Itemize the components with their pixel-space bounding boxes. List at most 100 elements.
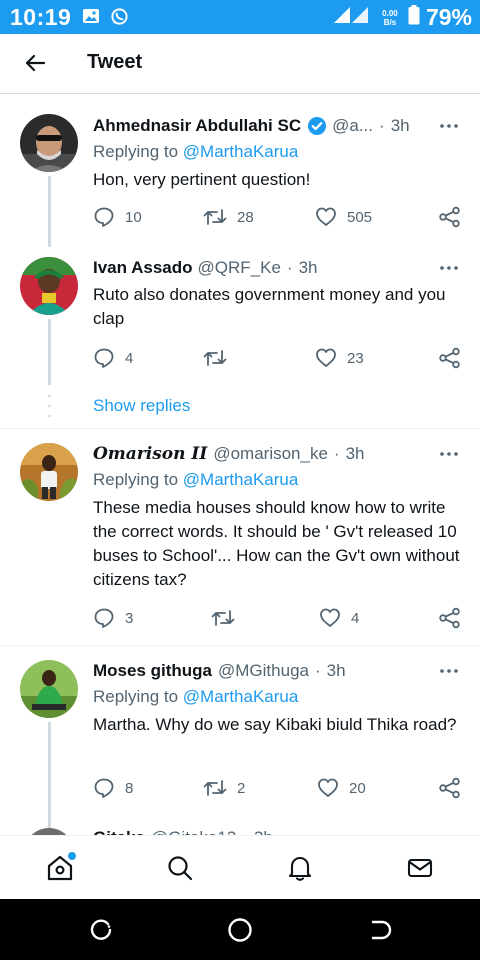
tweet[interactable]: Ahmednasir Abdullahi SC @a... · 3h Reply…	[0, 94, 480, 247]
share-button[interactable]	[439, 346, 461, 370]
whatsapp-icon	[110, 7, 129, 31]
home-system-button[interactable]	[225, 915, 255, 945]
reply-button[interactable]: 10	[93, 205, 142, 229]
retweet-button[interactable]: 2	[203, 776, 245, 800]
replying-to: Replying to @MarthaKarua	[93, 470, 298, 490]
tweet-actions: 10 28 505	[93, 205, 465, 229]
reply-button[interactable]: 4	[93, 346, 133, 370]
retweet-button[interactable]	[203, 346, 237, 370]
replying-to-label: Replying to	[93, 687, 183, 706]
net-speed-unit: B/s	[383, 17, 397, 27]
tweet-author-name[interactable]: Ivan Assado	[93, 258, 193, 278]
back-system-button[interactable]	[364, 915, 394, 945]
mail-icon	[407, 858, 433, 878]
notification-dot	[68, 852, 76, 860]
status-time: 10:19	[10, 4, 72, 30]
status-bar: 10:19 3G 0.00 B/s 79%	[0, 0, 480, 34]
nav-messages[interactable]	[402, 850, 438, 886]
like-count: 4	[351, 609, 360, 627]
avatar[interactable]	[20, 257, 78, 315]
tweet-text: Hon, very pertinent question!	[93, 170, 311, 189]
like-button[interactable]: 4	[319, 606, 359, 630]
show-replies-link[interactable]: Show replies	[93, 396, 190, 416]
circle-home-icon	[228, 918, 252, 942]
signal-icon: 3G	[332, 5, 372, 30]
tweet-actions: 8 2 20	[93, 776, 465, 800]
app-header: Tweet	[0, 34, 480, 92]
more-options-button[interactable]	[438, 115, 460, 137]
separator-dot: ·	[286, 258, 293, 277]
reply-button[interactable]: 3	[93, 606, 133, 630]
tweet-author-handle[interactable]: @MGithuga	[218, 661, 309, 681]
tweet-header: Moses githuga @MGithuga · 3h	[93, 659, 420, 683]
retweet-button[interactable]	[211, 606, 245, 630]
search-icon	[168, 856, 193, 881]
avatar[interactable]	[20, 443, 78, 501]
more-icon	[440, 124, 458, 128]
like-count: 23	[347, 349, 364, 367]
avatar[interactable]	[20, 660, 78, 718]
bottom-navigation	[0, 835, 480, 899]
battery-percent: 79%	[425, 4, 472, 30]
replying-to-link[interactable]: @MarthaKarua	[183, 687, 299, 706]
tweet-text: These media houses should know how to wr…	[93, 498, 460, 589]
tweet-time[interactable]: 3h	[391, 116, 410, 136]
reply-count: 10	[125, 208, 142, 226]
tweet-time[interactable]: 3h	[346, 444, 365, 464]
like-button[interactable]: 20	[317, 776, 366, 800]
share-button[interactable]	[439, 606, 461, 630]
retweet-icon	[203, 780, 227, 796]
recent-apps-button[interactable]	[86, 915, 116, 945]
nav-home[interactable]	[42, 850, 78, 886]
heart-icon	[320, 608, 340, 627]
reply-count: 3	[125, 609, 134, 627]
back-system-icon	[371, 920, 392, 940]
back-button[interactable]	[20, 48, 50, 78]
tweet-author-handle[interactable]: @a...	[332, 116, 373, 136]
share-button[interactable]	[439, 205, 461, 229]
tweet[interactable]: Moses githuga @MGithuga · 3h Replying to…	[0, 646, 480, 828]
battery-icon	[408, 5, 420, 30]
more-options-button[interactable]	[438, 257, 460, 279]
nav-notifications[interactable]	[282, 850, 318, 886]
tweet-author-name[interactable]: Omarison II	[93, 444, 207, 464]
separator-dot: ·	[314, 661, 321, 680]
share-icon	[439, 206, 460, 228]
replying-to-link[interactable]: @MarthaKarua	[183, 142, 299, 161]
tweet-time[interactable]: 3h	[299, 258, 318, 278]
tweet-author-name[interactable]: Moses githuga	[93, 661, 212, 681]
gallery-icon	[82, 7, 100, 30]
replying-to-link[interactable]: @MarthaKarua	[183, 470, 299, 489]
tweet[interactable]: Omarison II @omarison_ke · 3h Replying t…	[0, 429, 480, 645]
nav-search[interactable]	[162, 850, 198, 886]
reply-icon	[94, 207, 114, 227]
more-options-button[interactable]	[438, 660, 460, 682]
recent-apps-icon	[90, 919, 112, 940]
tweet-header: Ivan Assado @QRF_Ke · 3h	[93, 256, 420, 280]
tweet[interactable]: Ivan Assado @QRF_Ke · 3h Ruto also donat…	[0, 247, 480, 387]
share-button[interactable]	[439, 776, 461, 800]
retweet-icon	[203, 350, 227, 366]
tweet-author-handle[interactable]: @omarison_ke	[213, 444, 328, 464]
tweet-author-handle[interactable]: @QRF_Ke	[198, 258, 281, 278]
like-button[interactable]: 23	[315, 346, 364, 370]
share-icon	[439, 347, 460, 369]
separator-dot: ·	[333, 444, 340, 463]
retweet-button[interactable]: 28	[203, 205, 254, 229]
share-icon	[439, 777, 460, 799]
more-icon	[440, 669, 458, 673]
bell-icon	[288, 856, 312, 881]
retweet-count: 2	[237, 779, 246, 797]
tweet-time[interactable]: 3h	[327, 661, 346, 681]
like-count: 505	[347, 208, 373, 226]
retweet-icon	[211, 610, 235, 626]
system-navigation-bar	[0, 899, 480, 960]
reply-button[interactable]: 8	[93, 776, 133, 800]
more-options-button[interactable]	[438, 443, 460, 465]
like-button[interactable]: 505	[315, 205, 372, 229]
replying-to: Replying to @MarthaKarua	[93, 142, 298, 162]
tweet-author-name[interactable]: Ahmednasir Abdullahi SC	[93, 116, 301, 136]
page-title: Tweet	[87, 51, 143, 73]
avatar[interactable]	[20, 114, 78, 172]
tweet-actions: 3 4	[93, 606, 465, 630]
